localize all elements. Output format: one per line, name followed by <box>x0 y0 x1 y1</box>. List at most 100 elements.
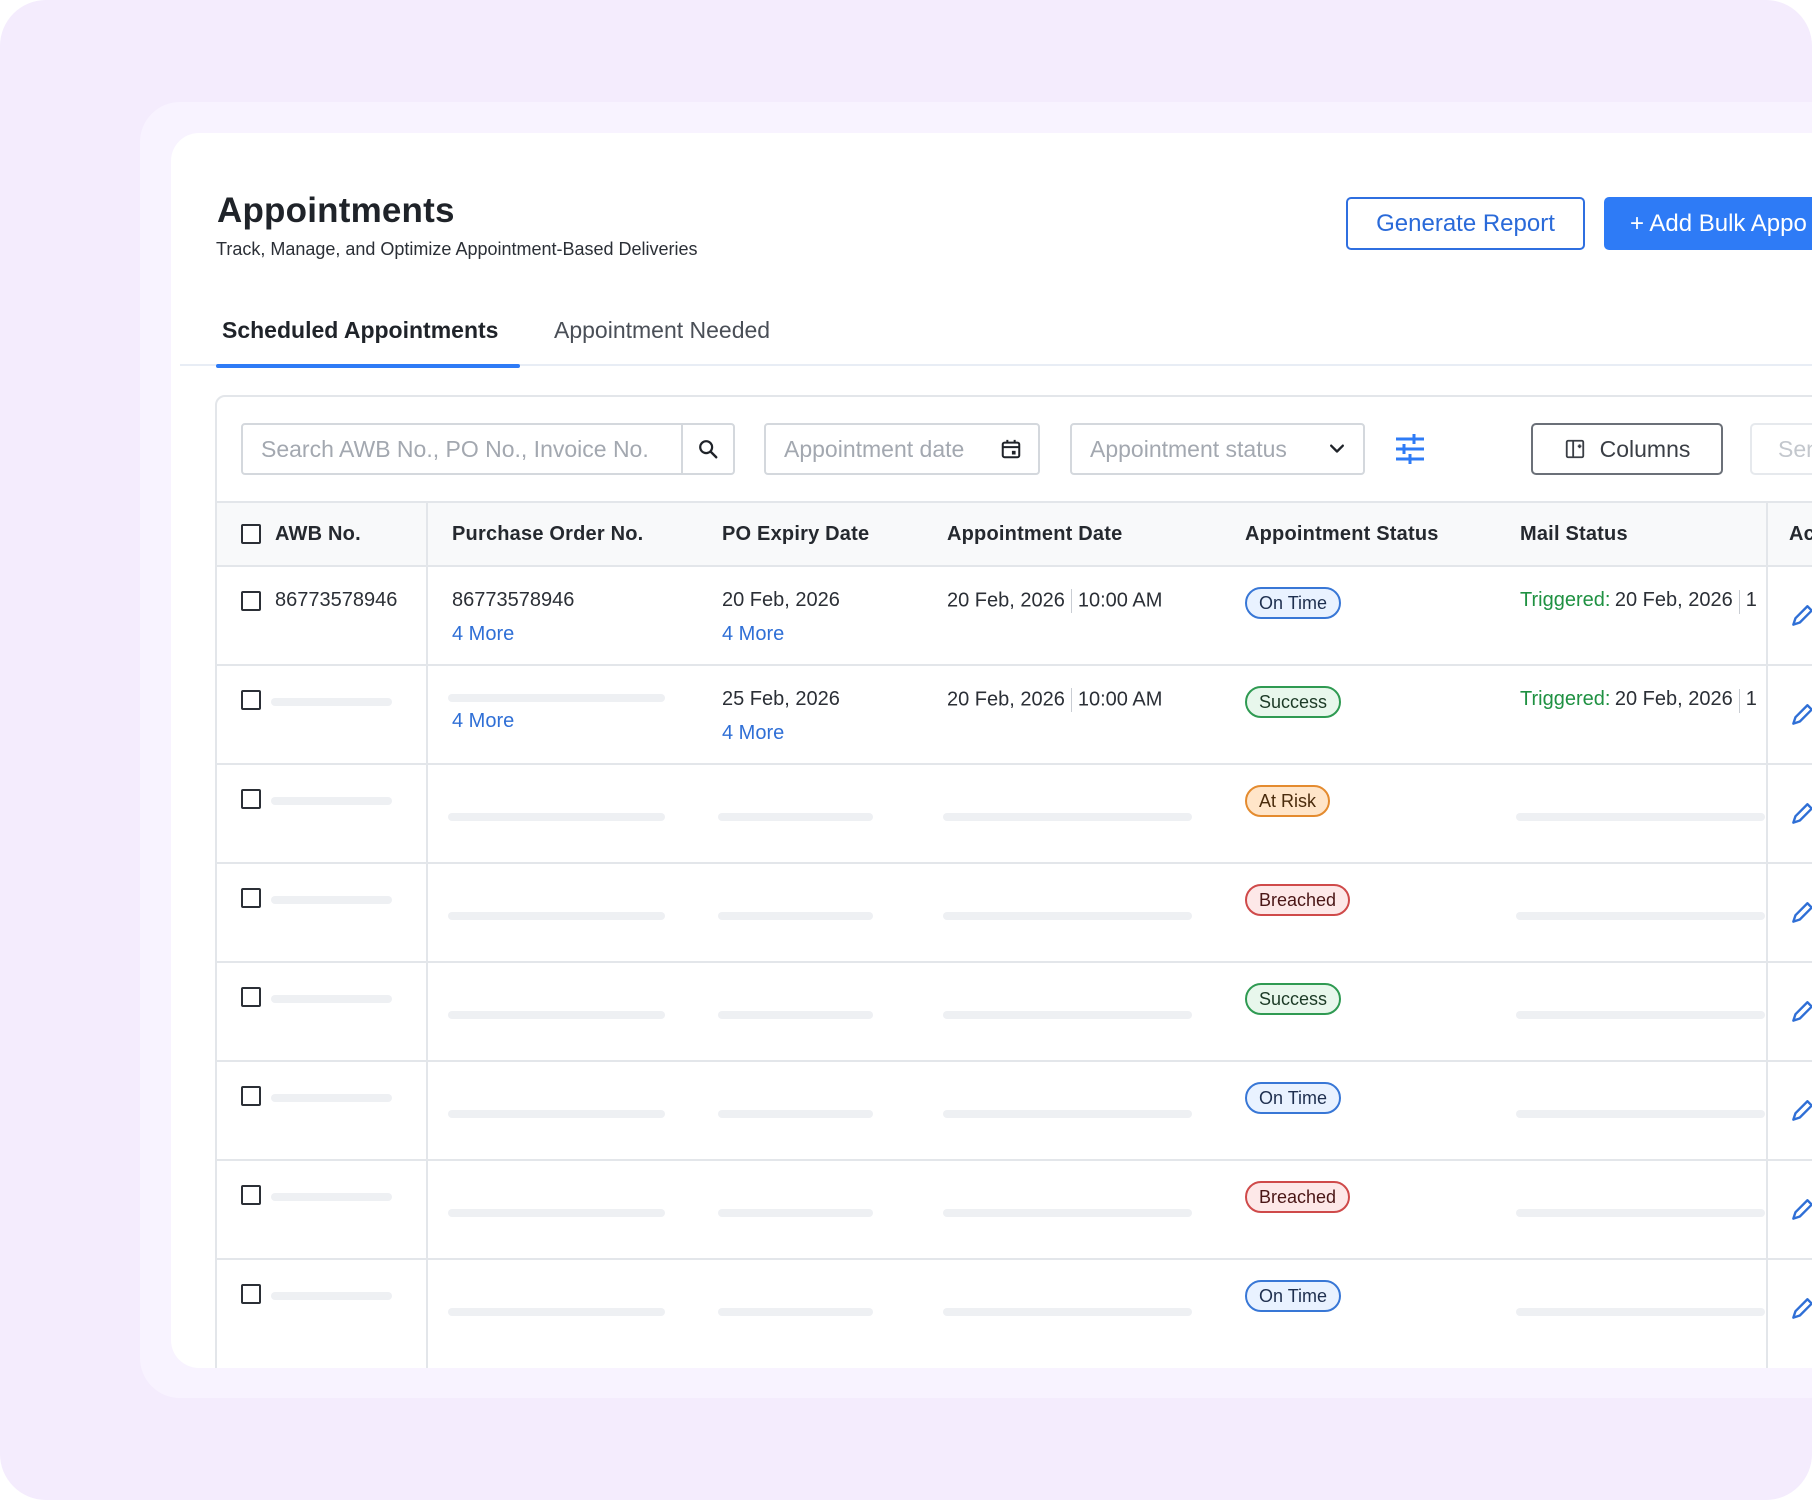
status-badge: On Time <box>1245 1280 1342 1312</box>
column-header-appointment-status: Appointment Status <box>1245 523 1439 545</box>
appointment-date: 20 Feb, 2026 <box>947 688 1065 711</box>
appointment-date-skeleton <box>943 912 1192 920</box>
expiry-skeleton <box>718 1209 873 1217</box>
table-row: 4 More 25 Feb, 2026 4 More 20 Feb, 2026 1… <box>217 666 1812 765</box>
awb-number: 86773578946 <box>275 589 398 611</box>
appointment-status-placeholder: Appointment status <box>1090 435 1287 462</box>
appointments-card: Appointments Track, Manage, and Optimize… <box>171 133 1812 1368</box>
po-skeleton <box>448 1011 665 1019</box>
po-skeleton <box>448 694 665 702</box>
row-checkbox[interactable] <box>241 1284 261 1304</box>
appointment-time: 10:00 AM <box>1077 589 1163 612</box>
appointment-date-skeleton <box>943 1209 1192 1217</box>
mail-status-skeleton <box>1516 813 1765 821</box>
awb-skeleton <box>271 797 392 805</box>
table-toolbar: Appointment date Appointment status <box>217 397 1812 501</box>
appointment-time: 10:00 AM <box>1077 688 1163 711</box>
column-header-mail-status: Mail Status <box>1520 523 1628 545</box>
column-header-actions: Ac <box>1789 523 1812 545</box>
appointment-date-placeholder: Appointment date <box>784 435 965 462</box>
tab-appointment-needed[interactable]: Appointment Needed <box>548 313 776 366</box>
po-number: 86773578946 <box>452 589 575 611</box>
chevron-down-icon <box>1330 444 1344 453</box>
send-button[interactable]: Sen <box>1750 423 1812 475</box>
appointment-date-skeleton <box>943 813 1192 821</box>
generate-report-button[interactable]: Generate Report <box>1346 197 1585 250</box>
page-title: Appointments <box>217 191 455 230</box>
table-row: Success <box>217 963 1812 1062</box>
table-row: Breached <box>217 1161 1812 1260</box>
expiry-skeleton <box>718 813 873 821</box>
edit-icon[interactable] <box>1789 702 1812 728</box>
edit-icon[interactable] <box>1789 1098 1812 1124</box>
row-checkbox[interactable] <box>241 888 261 908</box>
appointment-date-skeleton <box>943 1011 1192 1019</box>
appointment-datetime: 20 Feb, 2026 10:00 AM <box>947 589 1162 613</box>
status-badge: Success <box>1245 686 1342 718</box>
mail-status-skeleton <box>1516 912 1765 920</box>
awb-skeleton <box>271 896 392 904</box>
expiry-skeleton <box>718 1011 873 1019</box>
mail-status: Triggered: 20 Feb, 2026 1 <box>1520 688 1757 713</box>
appointment-date-skeleton <box>943 1110 1192 1118</box>
row-checkbox[interactable] <box>241 1086 261 1106</box>
calendar-icon <box>1001 439 1021 459</box>
column-header-po-expiry: PO Expiry Date <box>722 523 870 545</box>
column-divider-left <box>426 501 428 1368</box>
select-all-checkbox[interactable] <box>241 524 261 544</box>
po-skeleton <box>448 813 665 821</box>
search-input[interactable] <box>243 425 681 473</box>
status-badge: Breached <box>1245 1181 1351 1213</box>
row-checkbox[interactable] <box>241 987 261 1007</box>
appointment-date-filter[interactable]: Appointment date <box>764 423 1040 475</box>
table-row: At Risk <box>217 765 1812 864</box>
mail-status-skeleton <box>1516 1011 1765 1019</box>
awb-skeleton <box>271 1292 392 1300</box>
edit-icon[interactable] <box>1789 1296 1812 1322</box>
appointment-status-filter[interactable]: Appointment status <box>1070 423 1365 475</box>
edit-icon[interactable] <box>1789 1197 1812 1223</box>
table-row: On Time <box>217 1062 1812 1161</box>
mail-status-time: 1 <box>1745 688 1757 710</box>
row-checkbox[interactable] <box>241 591 261 611</box>
po-more-link[interactable]: 4 More <box>452 710 514 733</box>
table-row: Breached <box>217 864 1812 963</box>
mail-status: Triggered: 20 Feb, 2026 1 <box>1520 589 1757 614</box>
column-header-awb: AWB No. <box>275 523 361 545</box>
mail-status-label: Triggered: <box>1520 589 1611 611</box>
tab-scheduled-appointments[interactable]: Scheduled Appointments <box>216 313 520 368</box>
edit-icon[interactable] <box>1789 999 1812 1025</box>
mail-status-skeleton <box>1516 1110 1765 1118</box>
columns-button[interactable]: Columns <box>1531 423 1723 475</box>
status-badge: At Risk <box>1245 785 1331 817</box>
po-skeleton <box>448 1209 665 1217</box>
row-checkbox[interactable] <box>241 789 261 809</box>
awb-skeleton <box>271 698 392 706</box>
edit-icon[interactable] <box>1789 801 1812 827</box>
expiry-more-link[interactable]: 4 More <box>722 722 784 745</box>
expiry-skeleton <box>718 1308 873 1316</box>
edit-icon[interactable] <box>1789 900 1812 926</box>
po-more-link[interactable]: 4 More <box>452 623 514 646</box>
expiry-more-link[interactable]: 4 More <box>722 623 784 646</box>
add-bulk-appointment-button[interactable]: + Add Bulk Appo <box>1604 197 1812 250</box>
search-button[interactable] <box>681 425 733 473</box>
status-badge: On Time <box>1245 587 1342 619</box>
awb-skeleton <box>271 995 392 1003</box>
mail-status-label: Triggered: <box>1520 688 1611 710</box>
row-checkbox[interactable] <box>241 1185 261 1205</box>
table-row: 86773578946 86773578946 4 More 20 Feb, 2… <box>217 567 1812 666</box>
mail-status-time: 1 <box>1745 589 1757 611</box>
edit-icon[interactable] <box>1789 603 1812 629</box>
po-skeleton <box>448 1110 665 1118</box>
table-row: On Time <box>217 1260 1812 1359</box>
awb-skeleton <box>271 1193 392 1201</box>
tune-icon[interactable] <box>1392 431 1428 467</box>
column-header-appointment-date: Appointment Date <box>947 523 1123 545</box>
status-badge: Success <box>1245 983 1342 1015</box>
row-checkbox[interactable] <box>241 690 261 710</box>
status-badge: Breached <box>1245 884 1351 916</box>
tabs: Scheduled Appointments Appointment Neede… <box>180 313 1812 368</box>
columns-label: Columns <box>1599 435 1691 462</box>
search-box <box>241 423 735 475</box>
